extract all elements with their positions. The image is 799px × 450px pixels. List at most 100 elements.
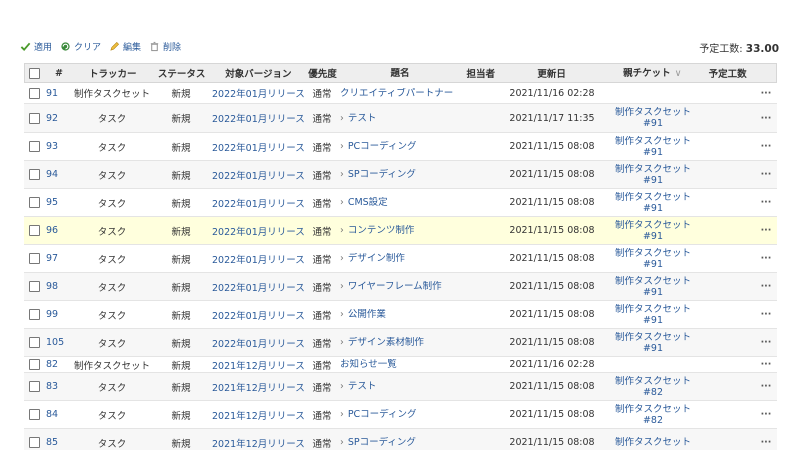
- row-checkbox[interactable]: [28, 197, 40, 208]
- version-link[interactable]: 2022年01月リリース: [210, 280, 306, 294]
- subject-link[interactable]: テスト: [348, 381, 377, 392]
- row-actions-icon[interactable]: ···: [755, 225, 777, 236]
- row-checkbox[interactable]: [28, 337, 40, 348]
- column-status[interactable]: ステータス: [153, 66, 211, 80]
- parent-issue-link[interactable]: 制作タスクセット #91: [604, 332, 702, 354]
- column-tracker[interactable]: トラッカー: [73, 66, 153, 80]
- version-link[interactable]: 2022年01月リリース: [210, 111, 306, 125]
- row-checkbox-cell[interactable]: [24, 437, 44, 448]
- row-checkbox-cell[interactable]: [24, 197, 44, 208]
- table-row[interactable]: 84 タスク 新規 2021年12月リリース 通常 › PCコーディング 2021/11/15…: [24, 401, 777, 429]
- issue-id-link[interactable]: 94: [44, 169, 72, 180]
- clear-button[interactable]: クリア: [60, 40, 101, 53]
- table-row[interactable]: 91 制作タスクセット 新規 2022年01月リリース 通常 クリエイティブパートナー 20…: [24, 83, 777, 104]
- issue-id-link[interactable]: 85: [44, 437, 72, 448]
- row-checkbox[interactable]: [28, 359, 40, 370]
- row-checkbox-cell[interactable]: [24, 141, 44, 152]
- subject-link[interactable]: お知らせ一覧: [340, 359, 397, 370]
- issue-id-link[interactable]: 93: [44, 141, 72, 152]
- table-row[interactable]: 98 タスク 新規 2022年01月リリース 通常 › ワイヤーフレーム制作 2021/11/…: [24, 273, 777, 301]
- row-checkbox-cell[interactable]: [24, 112, 44, 124]
- row-checkbox[interactable]: [28, 253, 40, 264]
- version-link[interactable]: 2022年01月リリース: [210, 336, 306, 350]
- parent-issue-link[interactable]: 制作タスクセット: [604, 437, 702, 448]
- table-row[interactable]: 99 タスク 新規 2022年01月リリース 通常 › 公開作業 2021/11/15 08:…: [24, 301, 777, 329]
- version-link[interactable]: 2021年12月リリース: [210, 408, 306, 422]
- row-checkbox-cell[interactable]: [24, 409, 44, 420]
- table-row[interactable]: 93 タスク 新規 2022年01月リリース 通常 › PCコーディング 2021/11/15…: [24, 133, 777, 161]
- version-link[interactable]: 2022年01月リリース: [210, 196, 306, 210]
- subject-link[interactable]: ワイヤーフレーム制作: [348, 281, 442, 292]
- table-row[interactable]: 96 タスク 新規 2022年01月リリース 通常 › コンテンツ制作 2021/11/15 …: [24, 217, 777, 245]
- row-actions-icon[interactable]: ···: [755, 381, 777, 392]
- parent-issue-link[interactable]: 制作タスクセット #91: [604, 304, 702, 326]
- row-checkbox-cell[interactable]: [24, 253, 44, 264]
- row-checkbox-cell[interactable]: [24, 337, 44, 348]
- parent-issue-link[interactable]: 制作タスクセット #82: [604, 404, 702, 426]
- issue-id-link[interactable]: 83: [44, 381, 72, 392]
- row-checkbox-cell[interactable]: [24, 359, 44, 370]
- row-actions-icon[interactable]: ···: [755, 113, 777, 124]
- version-link[interactable]: 2022年01月リリース: [210, 86, 306, 100]
- version-link[interactable]: 2021年12月リリース: [210, 436, 306, 450]
- row-actions-icon[interactable]: ···: [755, 253, 777, 264]
- row-checkbox-cell[interactable]: [24, 309, 44, 320]
- table-row[interactable]: 83 タスク 新規 2021年12月リリース 通常 › テスト 2021/11/15 08:0…: [24, 373, 777, 401]
- row-checkbox-cell[interactable]: [24, 169, 44, 180]
- table-row[interactable]: 82 制作タスクセット 新規 2021年12月リリース 通常 お知らせ一覧 2021/11/…: [24, 357, 777, 373]
- table-row[interactable]: 97 タスク 新規 2022年01月リリース 通常 › デザイン制作 2021/11/15 0…: [24, 245, 777, 273]
- version-link[interactable]: 2021年12月リリース: [210, 380, 306, 394]
- table-row[interactable]: 95 タスク 新規 2022年01月リリース 通常 › CMS設定 2021/11/15 08…: [24, 189, 777, 217]
- row-actions-icon[interactable]: ···: [755, 337, 777, 348]
- row-checkbox-cell[interactable]: [24, 381, 44, 392]
- row-checkbox[interactable]: [28, 225, 40, 236]
- select-all-checkbox[interactable]: [29, 67, 41, 79]
- subject-link[interactable]: PCコーディング: [348, 141, 417, 152]
- version-link[interactable]: 2022年01月リリース: [210, 252, 306, 266]
- table-row[interactable]: 85 タスク 新規 2021年12月リリース 通常 › SPコーディング 2021/11/15…: [24, 429, 777, 450]
- version-link[interactable]: 2022年01月リリース: [210, 168, 306, 182]
- parent-issue-link[interactable]: 制作タスクセット #91: [604, 164, 702, 186]
- column-version[interactable]: 対象バージョン: [211, 66, 307, 80]
- subject-link[interactable]: デザイン素材制作: [348, 337, 424, 348]
- subject-link[interactable]: PCコーディング: [348, 409, 417, 420]
- row-checkbox[interactable]: [28, 381, 40, 392]
- subject-link[interactable]: SPコーディング: [348, 169, 416, 180]
- issue-id-link[interactable]: 99: [44, 309, 72, 320]
- parent-issue-link[interactable]: 制作タスクセット #91: [604, 220, 702, 242]
- row-checkbox[interactable]: [28, 87, 40, 99]
- issue-id-link[interactable]: 97: [44, 253, 72, 264]
- row-actions-icon[interactable]: ···: [755, 169, 777, 180]
- table-row[interactable]: 105 タスク 新規 2022年01月リリース 通常 › デザイン素材制作 2021/11/1…: [24, 329, 777, 357]
- subject-link[interactable]: デザイン制作: [348, 253, 405, 264]
- edit-button[interactable]: 編集: [109, 40, 141, 53]
- column-priority[interactable]: 優先度: [306, 66, 338, 80]
- parent-issue-link[interactable]: 制作タスクセット #91: [604, 107, 702, 129]
- row-actions-icon[interactable]: ···: [755, 141, 777, 152]
- row-checkbox-cell[interactable]: [24, 87, 44, 99]
- version-link[interactable]: 2021年12月リリース: [210, 358, 306, 372]
- row-checkbox-cell[interactable]: [24, 281, 44, 292]
- row-actions-icon[interactable]: ···: [755, 437, 777, 448]
- column-updated[interactable]: 更新日: [500, 66, 604, 80]
- row-checkbox[interactable]: [28, 437, 40, 448]
- parent-issue-link[interactable]: 制作タスクセット #91: [604, 136, 702, 158]
- issue-id-link[interactable]: 92: [44, 113, 72, 124]
- subject-link[interactable]: クリエイティブパートナー: [340, 88, 453, 99]
- row-checkbox[interactable]: [28, 281, 40, 292]
- issue-id-link[interactable]: 82: [44, 359, 72, 370]
- version-link[interactable]: 2022年01月リリース: [210, 224, 306, 238]
- row-actions-icon[interactable]: ···: [755, 197, 777, 208]
- row-actions-icon[interactable]: ···: [755, 281, 777, 292]
- subject-link[interactable]: コンテンツ制作: [348, 225, 415, 236]
- version-link[interactable]: 2022年01月リリース: [210, 140, 306, 154]
- row-actions-icon[interactable]: ···: [755, 88, 777, 99]
- apply-button[interactable]: 適用: [20, 40, 52, 53]
- issue-id-link[interactable]: 105: [44, 337, 72, 348]
- version-link[interactable]: 2022年01月リリース: [210, 308, 306, 322]
- row-actions-icon[interactable]: ···: [755, 359, 777, 370]
- issue-id-link[interactable]: 91: [44, 88, 72, 99]
- row-actions-icon[interactable]: ···: [755, 409, 777, 420]
- issue-id-link[interactable]: 95: [44, 197, 72, 208]
- issue-id-link[interactable]: 84: [44, 409, 72, 420]
